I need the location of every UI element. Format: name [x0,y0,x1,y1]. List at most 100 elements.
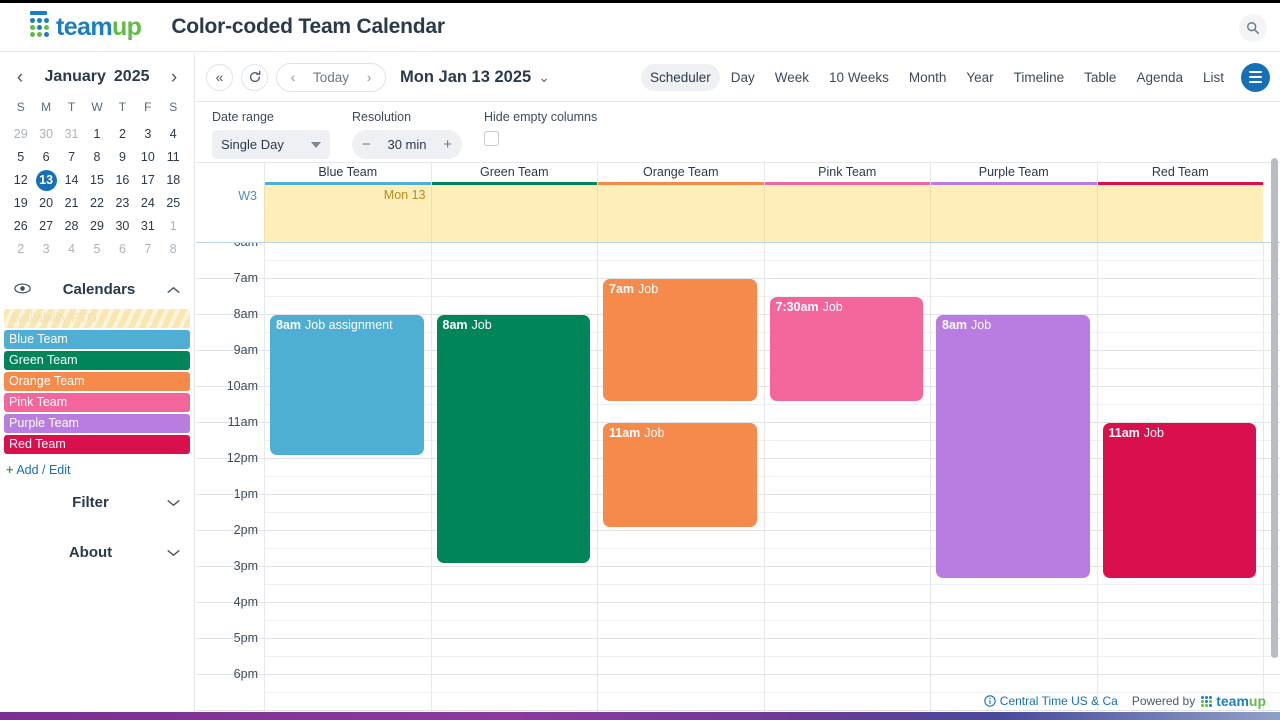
mini-calendar-day[interactable]: 18 [161,169,186,192]
mini-calendar-day[interactable]: 10 [135,146,160,169]
calendars-section-header[interactable]: Calendars [0,269,194,309]
allday-cell[interactable] [930,185,1097,242]
mini-calendar-day[interactable]: 26 [8,215,33,238]
chevron-up-icon[interactable] [167,282,180,297]
prev-day-button[interactable]: ‹ [281,69,305,85]
mini-calendar-day[interactable]: 6 [33,146,58,169]
mini-calendar-day[interactable]: 2 [8,238,33,261]
mini-calendar-day[interactable]: 7 [135,238,160,261]
allday-cell[interactable] [1096,185,1263,242]
mini-calendar-day-selected[interactable]: 13 [33,169,58,192]
mini-calendar-day[interactable]: 2 [110,123,135,146]
tab-year[interactable]: Year [957,64,1002,91]
mini-calendar-day[interactable]: 30 [33,123,58,146]
hide-empty-columns-checkbox[interactable] [484,131,499,146]
refresh-icon[interactable] [241,63,268,91]
resolution-decrease-button[interactable]: − [362,137,371,152]
column-header-orange-team[interactable]: Orange Team [597,163,764,185]
mini-calendar-day[interactable]: 1 [161,215,186,238]
column-header-green-team[interactable]: Green Team [430,163,597,185]
calendar-event[interactable]: 7am Job [603,279,757,402]
search-icon[interactable] [1239,14,1267,42]
tab-timeline[interactable]: Timeline [1005,64,1074,91]
chevron-down-icon[interactable] [167,495,180,510]
calendar-list-item[interactable]: Orange Team [4,372,190,391]
mini-calendar-day[interactable]: 15 [84,169,109,192]
double-chevron-left-icon[interactable]: « [206,63,233,91]
tab-week[interactable]: Week [766,64,818,91]
allday-cell[interactable] [763,185,930,242]
footer-logo-text[interactable]: teamup [1216,693,1266,709]
mini-calendar-day[interactable]: 7 [59,146,84,169]
next-day-button[interactable]: › [357,69,381,85]
mini-calendar-day[interactable]: 29 [84,215,109,238]
calendar-list-item[interactable]: Red Team [4,435,190,454]
mini-calendar-day[interactable]: 4 [59,238,84,261]
mini-calendar-day[interactable]: 11 [161,146,186,169]
tab-agenda[interactable]: Agenda [1127,64,1192,91]
tab-month[interactable]: Month [900,64,956,91]
column-header-purple-team[interactable]: Purple Team [930,163,1097,185]
calendar-event[interactable]: 7:30am Job [769,297,923,402]
calendar-list-item[interactable]: Pink Team [4,393,190,412]
mini-calendar-day[interactable]: 14 [59,169,84,192]
mini-calendar-day[interactable]: 6 [110,238,135,261]
current-date-selector[interactable]: Mon Jan 13 2025 ⌄ [400,68,550,87]
tab-list[interactable]: List [1194,64,1233,91]
mini-calendar-day[interactable]: 3 [135,123,160,146]
time-grid-scroll[interactable]: 6am 7am 8am 9am 10am 11am 12pm 1pm 2pm 3pm 4pm 5pm 6… [196,243,1280,719]
column-header-red-team[interactable]: Red Team [1096,163,1263,185]
chevron-down-icon[interactable] [167,545,180,560]
mini-calendar-day[interactable]: 28 [59,215,84,238]
timezone-link[interactable]: Central Time US & Ca [984,694,1118,708]
teamup-logo[interactable]: teamup [30,10,142,42]
mini-calendar-day[interactable]: 16 [110,169,135,192]
allday-cell[interactable] [597,185,764,242]
calendar-list-item[interactable]: Purple Team [4,414,190,433]
hamburger-menu-icon[interactable] [1241,62,1270,92]
mini-calendar-day[interactable]: 22 [84,192,109,215]
chevron-left-icon[interactable]: ‹ [12,68,28,87]
mini-calendar-day[interactable]: 4 [161,123,186,146]
mini-calendar-day[interactable]: 24 [135,192,160,215]
calendar-event[interactable]: 11am Job [603,423,757,528]
mini-calendar-day[interactable]: 21 [59,192,84,215]
mini-calendar-day[interactable]: 30 [110,215,135,238]
resolution-increase-button[interactable]: + [443,137,452,152]
vertical-scrollbar[interactable] [1271,158,1278,658]
mini-calendar-day[interactable]: 3 [33,238,58,261]
chevron-down-icon[interactable]: ⌄ [538,69,550,85]
chevron-right-icon[interactable]: › [166,68,182,87]
mini-calendar-day[interactable]: 1 [84,123,109,146]
tab-table[interactable]: Table [1075,64,1125,91]
mini-calendar-day[interactable]: 29 [8,123,33,146]
mini-calendar-day[interactable]: 19 [8,192,33,215]
add-edit-button[interactable]: + Add / Edit [0,456,194,477]
calendar-list-item[interactable]: Blue Team [4,330,190,349]
sidebar-item-filter[interactable]: Filter [0,477,194,527]
column-header-pink-team[interactable]: Pink Team [763,163,930,185]
mini-calendar-day[interactable]: 31 [135,215,160,238]
calendar-event[interactable]: 8am Job [436,315,590,564]
allday-cell[interactable]: Mon 13 [264,185,431,242]
date-range-select[interactable]: Single Day [212,130,330,159]
calendar-event[interactable]: 11am Job [1102,423,1256,578]
allday-cell[interactable] [430,185,597,242]
tab-10-weeks[interactable]: 10 Weeks [820,64,898,91]
mini-calendar-day[interactable]: 27 [33,215,58,238]
mini-calendar-day[interactable]: 5 [8,146,33,169]
mini-calendar-day[interactable]: 25 [161,192,186,215]
mini-calendar-day[interactable]: 5 [84,238,109,261]
mini-calendar-day[interactable]: 9 [110,146,135,169]
mini-calendar-day[interactable]: 23 [110,192,135,215]
calendar-list-item[interactable]: Green Team [4,351,190,370]
mini-calendar-day[interactable]: 31 [59,123,84,146]
tab-scheduler[interactable]: Scheduler [640,63,720,91]
mini-calendar-day[interactable]: 17 [135,169,160,192]
calendar-event[interactable]: 8am Job assignment [270,315,424,456]
mini-calendar-day[interactable]: 20 [33,192,58,215]
mini-calendar-day[interactable]: 8 [161,238,186,261]
column-header-blue-team[interactable]: Blue Team [264,163,431,185]
calendar-list-item[interactable]: Availability/PTO [4,309,190,328]
calendar-event[interactable]: 8am Job [936,315,1090,578]
